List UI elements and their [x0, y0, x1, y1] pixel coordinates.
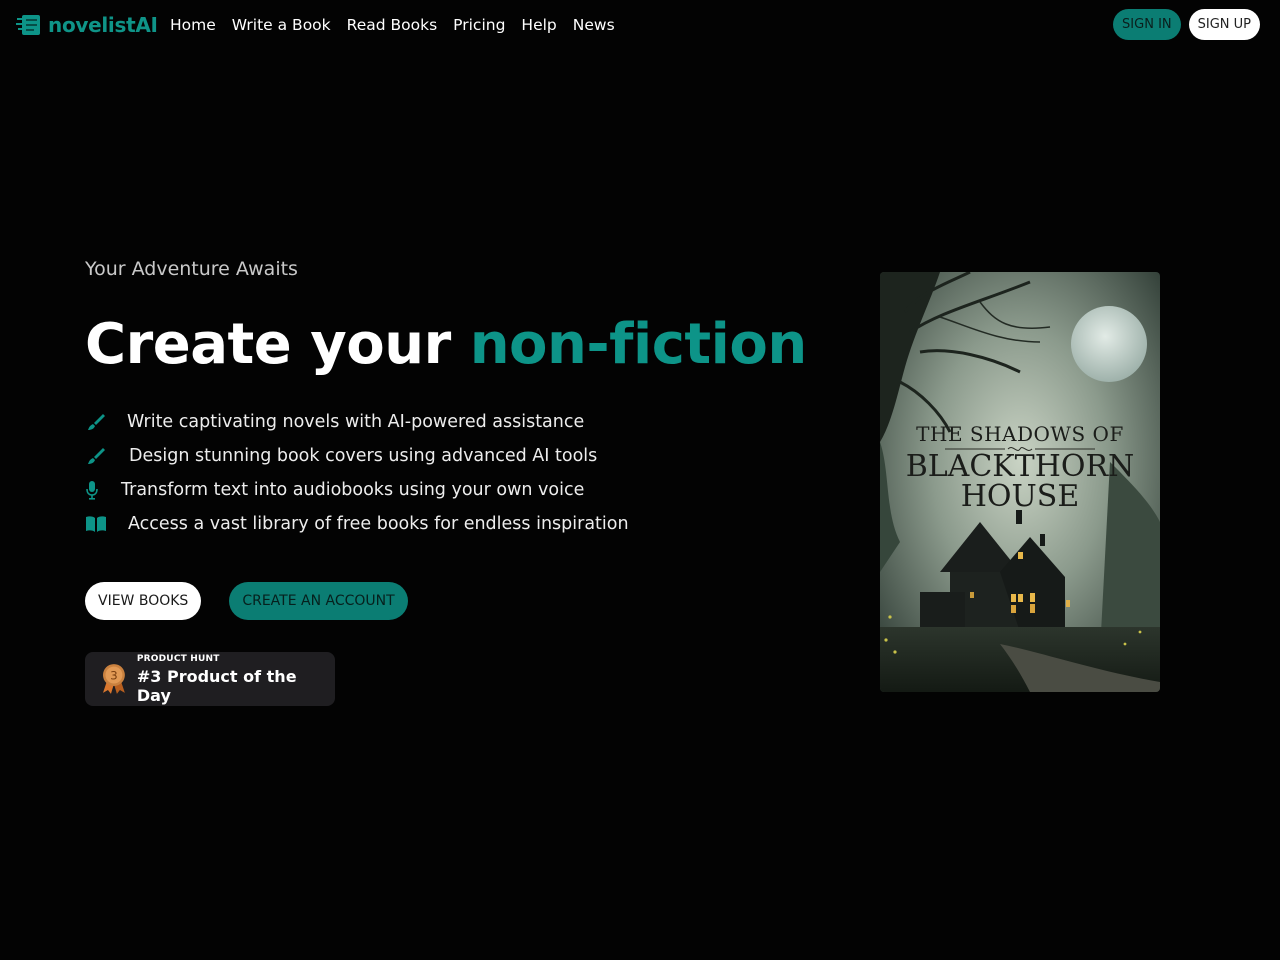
sign-in-button[interactable]: SIGN IN: [1113, 9, 1181, 40]
open-book-icon: [85, 514, 107, 534]
microphone-icon: [85, 480, 99, 500]
medal-rank: 3: [110, 668, 118, 682]
view-books-button[interactable]: VIEW BOOKS: [85, 582, 202, 620]
cover-title-word2: HOUSE: [960, 479, 1080, 514]
feature-text: Transform text into audiobooks using you…: [121, 480, 585, 500]
nav-help[interactable]: Help: [521, 14, 556, 36]
feature-list: Write captivating novels with AI-powered…: [85, 405, 629, 541]
auth-buttons: SIGN IN SIGN UP: [1113, 9, 1260, 40]
feature-text: Access a vast library of free books for …: [128, 514, 629, 534]
feature-item: Transform text into audiobooks using you…: [85, 473, 629, 507]
headline-prefix: Create your: [85, 312, 470, 377]
feature-text: Write captivating novels with AI-powered…: [127, 412, 585, 432]
create-account-button[interactable]: CREATE AN ACCOUNT: [229, 582, 408, 620]
cover-title-line1: THE SHADOWS OF: [916, 422, 1124, 446]
brand-name: novelistAI: [48, 13, 158, 37]
feature-item: Design stunning book covers using advanc…: [85, 439, 629, 473]
nav-pricing[interactable]: Pricing: [453, 14, 505, 36]
medal-icon: 3: [102, 664, 125, 694]
hero-cta: VIEW BOOKS CREATE AN ACCOUNT: [85, 582, 408, 620]
hero-headline: Create your non-fiction: [85, 312, 807, 377]
feature-item: Write captivating novels with AI-powered…: [85, 405, 629, 439]
book-cover-image: THE SHADOWS OF BLACKTHORN HOUSE: [880, 272, 1160, 692]
logo-icon: [16, 15, 40, 35]
headline-accent: non-fiction: [469, 312, 808, 377]
brand-logo[interactable]: novelistAI: [16, 13, 158, 37]
main-nav: Home Write a Book Read Books Pricing Hel…: [170, 14, 615, 36]
cover-title-line2: BLACKTHORN HOUSE: [880, 452, 1160, 512]
paintbrush-icon: [85, 412, 107, 432]
product-hunt-badge[interactable]: 3 PRODUCT HUNT #3 Product of the Day: [85, 652, 335, 706]
feature-item: Access a vast library of free books for …: [85, 507, 629, 541]
product-hunt-label: PRODUCT HUNT: [136, 653, 220, 664]
sign-up-button[interactable]: SIGN UP: [1188, 9, 1260, 40]
product-hunt-text: PRODUCT HUNT #3 Product of the Day: [137, 654, 335, 705]
nav-news[interactable]: News: [573, 14, 615, 36]
paintbrush-icon: [85, 446, 107, 466]
hero-eyebrow: Your Adventure Awaits: [85, 258, 298, 280]
nav-write-a-book[interactable]: Write a Book: [232, 14, 331, 36]
product-hunt-title: #3 Product of the Day: [136, 666, 297, 705]
nav-read-books[interactable]: Read Books: [347, 14, 438, 36]
nav-home[interactable]: Home: [170, 14, 216, 36]
feature-text: Design stunning book covers using advanc…: [129, 446, 598, 466]
